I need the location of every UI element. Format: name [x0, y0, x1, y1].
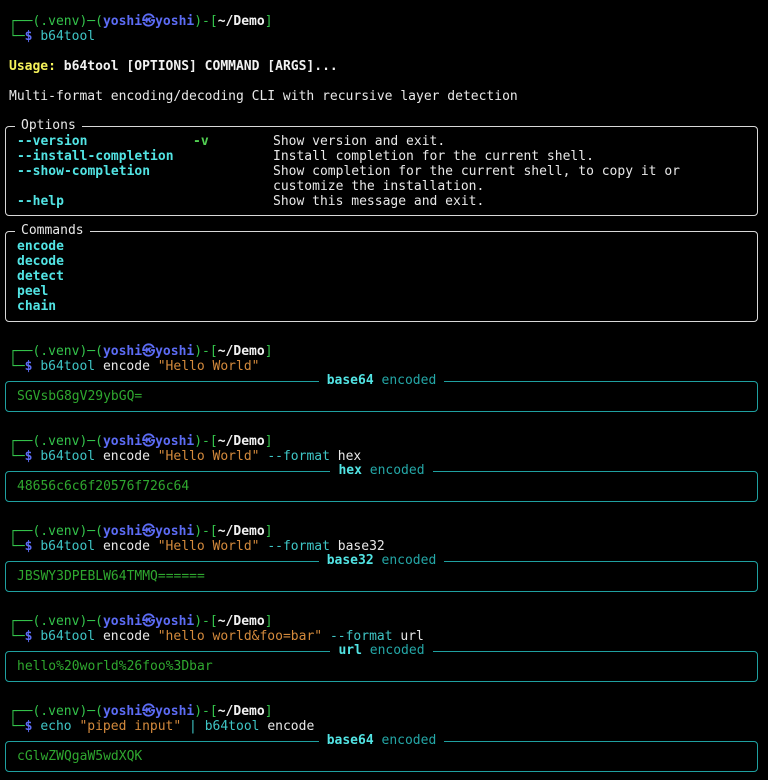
result-panel: hex encoded 48656c6c6f20576f726c64 — [5, 463, 758, 502]
encoded-output: cGlwZWQgaW5wdXQK — [17, 749, 143, 764]
option-help-flag: --help — [17, 194, 64, 209]
command-line: └─$ b64tool encode "hello world&foo=bar"… — [9, 629, 424, 644]
encoded-output: 48656c6c6f20576f726c64 — [17, 479, 190, 494]
command-line: └─$ b64tool encode "Hello World" --forma… — [9, 449, 362, 464]
command-encode: encode — [17, 239, 64, 254]
terminal-window[interactable]: ┌──(.venv)─(yoshi㉿yoshi)-[~/Demo] └─$ b6… — [0, 0, 768, 780]
option-version-flag: --version — [17, 134, 88, 149]
usage-line: Usage: b64tool [OPTIONS] COMMAND [ARGS].… — [9, 59, 338, 74]
prompt-line: ┌──(.venv)─(yoshi㉿yoshi)-[~/Demo] — [9, 614, 273, 629]
prompt-line: ┌──(.venv)─(yoshi㉿yoshi)-[~/Demo] — [9, 434, 273, 449]
option-install-completion-flag: --install-completion — [17, 149, 174, 164]
prompt-line: ┌──(.venv)─(yoshi㉿yoshi)-[~/Demo] — [9, 704, 273, 719]
format-name: url — [338, 643, 362, 658]
format-name: base32 — [326, 553, 374, 568]
option-install-completion-desc: Install completion for the current shell… — [273, 149, 594, 164]
encoded-output: hello%20world%26foo%3Dbar — [17, 659, 213, 674]
result-panel: url encoded hello%20world%26foo%3Dbar — [5, 643, 758, 682]
command-detect: detect — [17, 269, 64, 284]
option-show-completion-flag: --show-completion — [17, 164, 151, 179]
command-line: └─$ b64tool — [9, 29, 96, 44]
format-name: base64 — [326, 733, 374, 748]
prompt-line: ┌──(.venv)─(yoshi㉿yoshi)-[~/Demo] — [9, 344, 273, 359]
encoded-output: SGVsbG8gV29ybGQ= — [17, 389, 143, 404]
command-line: └─$ b64tool encode "Hello World" — [9, 359, 260, 374]
result-panel: base32 encoded JBSWY3DPEBLW64TMMQ====== — [5, 553, 758, 592]
command-peel: peel — [17, 284, 49, 299]
prompt-line: ┌──(.venv)─(yoshi㉿yoshi)-[~/Demo] — [9, 524, 273, 539]
encoded-output: JBSWY3DPEBLW64TMMQ====== — [17, 569, 205, 584]
prompt-line: ┌──(.venv)─(yoshi㉿yoshi)-[~/Demo] — [9, 14, 273, 29]
commands-panel: Commands — [5, 223, 758, 322]
format-name: base64 — [326, 373, 374, 388]
format-name: hex — [338, 463, 362, 478]
description-text: Multi-format encoding/decoding CLI with … — [9, 89, 518, 104]
option-version-short: -v — [193, 134, 209, 149]
result-panel: base64 encoded cGlwZWQgaW5wdXQK — [5, 733, 758, 772]
commands-panel-title: Commands — [15, 223, 90, 238]
options-panel-title: Options — [15, 118, 82, 133]
option-help-desc: Show this message and exit. — [273, 194, 485, 209]
command-chain: chain — [17, 299, 57, 314]
command-line: └─$ b64tool encode "Hello World" --forma… — [9, 539, 385, 554]
option-show-completion-desc-cont: customize the installation. — [273, 179, 485, 194]
command-decode: decode — [17, 254, 64, 269]
result-panel: base64 encoded SGVsbG8gV29ybGQ= — [5, 373, 758, 412]
command-line: └─$ echo "piped input" | b64tool encode — [9, 719, 315, 734]
option-version-desc: Show version and exit. — [273, 134, 446, 149]
option-show-completion-desc: Show completion for the current shell, t… — [273, 164, 680, 179]
